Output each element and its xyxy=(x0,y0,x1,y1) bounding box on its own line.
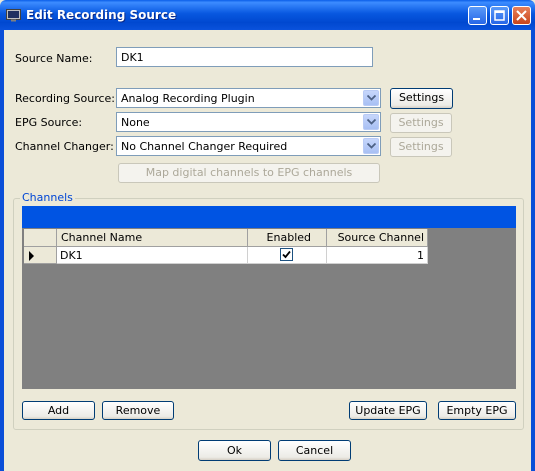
column-header-channel-name[interactable]: Channel Name xyxy=(57,229,248,247)
add-channel-button[interactable]: Add xyxy=(22,401,95,420)
epg-source-value: None xyxy=(121,116,150,129)
row-header-corner xyxy=(24,229,57,247)
checkbox-checked-icon[interactable] xyxy=(280,248,293,261)
table-cell-source-channel[interactable]: 1 xyxy=(327,247,428,264)
recording-source-settings-button[interactable]: Settings xyxy=(390,88,453,109)
channel-changer-label: Channel Changer: xyxy=(15,140,114,153)
minimize-button[interactable] xyxy=(468,6,487,25)
recording-app-icon xyxy=(6,8,21,22)
recording-source-label: Recording Source: xyxy=(15,92,115,105)
source-name-input[interactable]: DK1 xyxy=(116,47,373,67)
ok-button[interactable]: Ok xyxy=(198,440,271,461)
recording-source-value: Analog Recording Plugin xyxy=(121,92,255,105)
window-border-left xyxy=(0,30,4,471)
minimize-icon xyxy=(473,18,480,20)
chevron-down-icon[interactable] xyxy=(363,138,379,154)
cancel-button[interactable]: Cancel xyxy=(278,440,351,461)
chevron-down-icon[interactable] xyxy=(363,90,379,106)
column-header-enabled[interactable]: Enabled xyxy=(248,229,327,247)
epg-source-label: EPG Source: xyxy=(15,116,83,129)
channels-group-title: Channels xyxy=(20,191,75,204)
update-epg-button[interactable]: Update EPG xyxy=(349,401,427,420)
grid-caption-bar xyxy=(22,206,516,228)
chevron-down-icon[interactable] xyxy=(363,114,379,130)
channel-changer-value: No Channel Changer Required xyxy=(121,140,288,153)
column-header-source-channel[interactable]: Source Channel xyxy=(327,229,428,247)
recording-source-select[interactable]: Analog Recording Plugin xyxy=(116,88,381,108)
maximize-button[interactable] xyxy=(490,6,509,25)
table-cell-enabled[interactable] xyxy=(248,247,327,264)
epg-source-settings-button[interactable]: Settings xyxy=(390,113,452,133)
row-header[interactable] xyxy=(24,247,57,264)
epg-source-select[interactable]: None xyxy=(116,112,381,132)
row-pointer-icon xyxy=(29,251,34,261)
remove-channel-button[interactable]: Remove xyxy=(102,401,174,420)
window-border-right xyxy=(531,30,535,471)
window-title: Edit Recording Source xyxy=(26,8,177,22)
table-cell-channel-name[interactable]: DK1 xyxy=(57,247,248,264)
source-name-label: Source Name: xyxy=(15,52,93,65)
close-icon xyxy=(516,10,527,21)
channel-changer-settings-button[interactable]: Settings xyxy=(390,137,452,157)
channel-changer-select[interactable]: No Channel Changer Required xyxy=(116,136,381,156)
empty-epg-button[interactable]: Empty EPG xyxy=(438,401,516,420)
map-epg-channels-button[interactable]: Map digital channels to EPG channels xyxy=(118,163,380,183)
maximize-icon xyxy=(494,10,505,21)
close-button[interactable] xyxy=(512,6,531,25)
